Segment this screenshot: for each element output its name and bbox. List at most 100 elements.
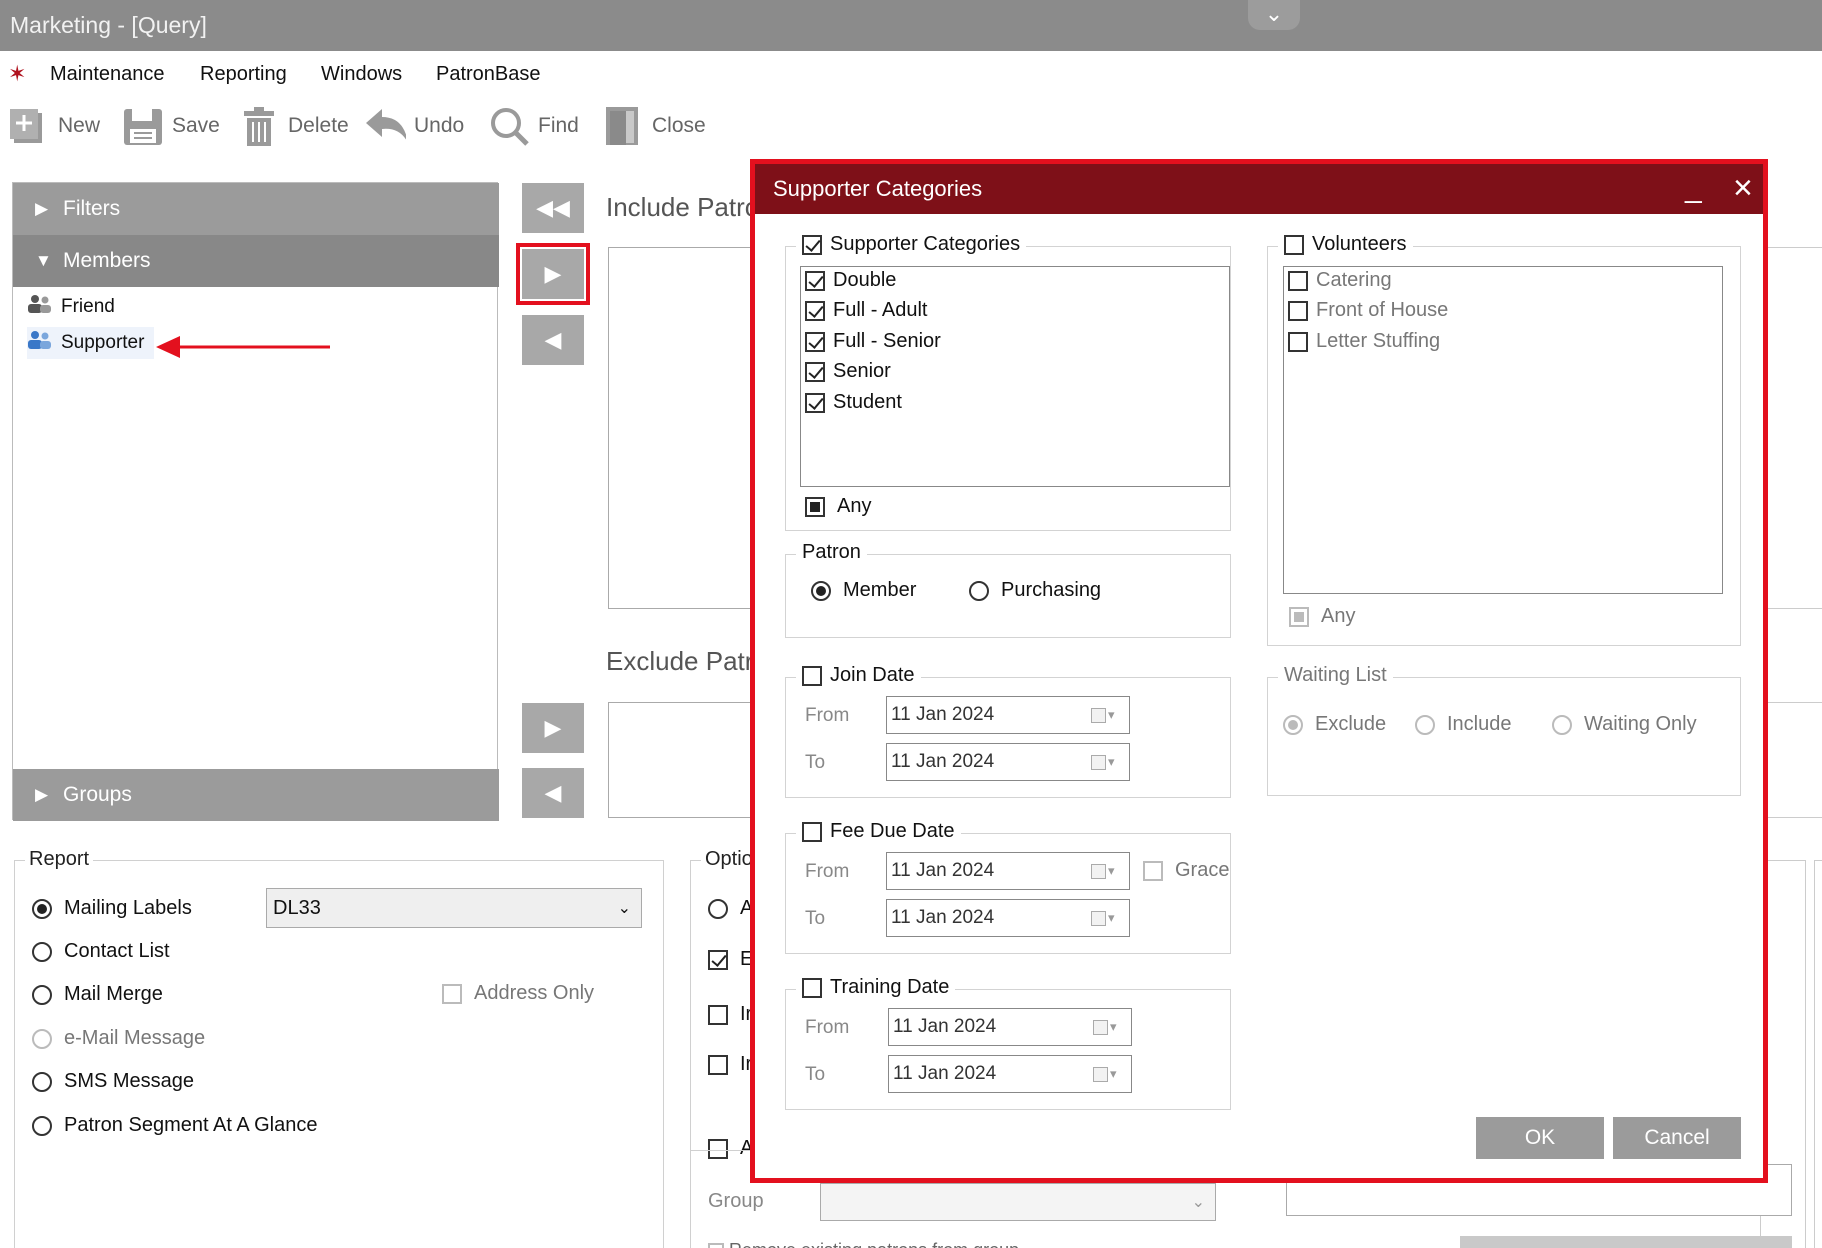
menu-windows[interactable]: Windows	[321, 63, 402, 86]
date-value: 11 Jan 2024	[891, 860, 995, 881]
exclude-patrons-list[interactable]	[608, 702, 768, 818]
members-header[interactable]: ▼ Members	[13, 235, 499, 287]
right-button-partial[interactable]	[1460, 1236, 1792, 1248]
find-button[interactable]: Find	[488, 103, 579, 149]
date-value: 11 Jan 2024	[891, 704, 995, 725]
volunteers-any-checkbox[interactable]: Any	[1289, 605, 1355, 628]
undo-button[interactable]: Undo	[364, 103, 464, 149]
checkbox-icon	[802, 234, 822, 255]
fee-due-from-input[interactable]: 11 Jan 2024 ▾	[886, 852, 1130, 890]
address-only-label: Address Only	[474, 982, 595, 1004]
report-option-sms-message[interactable]: SMS Message	[32, 1070, 194, 1093]
move-all-left-button[interactable]: ◀◀	[522, 183, 584, 233]
menu-maintenance[interactable]: Maintenance	[50, 63, 165, 86]
remove-existing-option[interactable]: Remove existing patrons from group	[708, 1236, 1208, 1248]
category-item-senior[interactable]: Senior	[805, 360, 891, 383]
report-option-contact-list[interactable]: Contact List	[32, 940, 170, 963]
exclude-move-right-button[interactable]: ▶	[522, 703, 584, 753]
calendar-icon[interactable]: ▾	[1091, 754, 1121, 770]
checkbox-icon	[708, 949, 728, 970]
waiting-list-title: Waiting List	[1278, 664, 1393, 687]
waiting-option-waiting-only[interactable]: Waiting Only	[1552, 713, 1697, 736]
category-item-student[interactable]: Student	[805, 391, 902, 414]
checkbox-icon	[805, 331, 825, 352]
groups-header[interactable]: ▶ Groups	[13, 769, 499, 821]
supporter-categories-toggle[interactable]: Supporter Categories	[796, 233, 1027, 256]
options-radio-a[interactable]: A	[708, 897, 753, 920]
calendar-icon[interactable]: ▾	[1091, 863, 1121, 879]
report-option-mailing-labels[interactable]: Mailing Labels	[32, 897, 192, 920]
new-button[interactable]: New	[8, 103, 100, 149]
radio-icon	[32, 1115, 52, 1136]
join-date-from-input[interactable]: 11 Jan 2024 ▾	[886, 696, 1130, 734]
save-button[interactable]: Save	[122, 103, 220, 149]
ok-button[interactable]: OK	[1476, 1117, 1604, 1159]
grace-checkbox[interactable]: Grace	[1143, 859, 1229, 882]
training-date-toggle[interactable]: Training Date	[796, 976, 956, 999]
menu-reporting[interactable]: Reporting	[200, 63, 287, 86]
group-select[interactable]: ⌄	[820, 1183, 1216, 1221]
report-option-email-message[interactable]: e-Mail Message	[32, 1027, 205, 1050]
triangle-right-icon: ▶	[35, 199, 49, 218]
category-item-full-senior[interactable]: Full - Senior	[805, 330, 941, 353]
checkbox-icon	[802, 821, 822, 842]
include-patrons-list[interactable]	[608, 247, 768, 609]
search-icon	[488, 105, 530, 147]
calendar-icon[interactable]: ▾	[1091, 910, 1121, 926]
options-checkbox-i2[interactable]: Ir	[708, 1053, 752, 1076]
report-option-patron-segment[interactable]: Patron Segment At A Glance	[32, 1114, 318, 1137]
calendar-icon[interactable]: ▾	[1091, 707, 1121, 723]
options-checkbox-e[interactable]: E	[708, 948, 753, 971]
patron-option-purchasing[interactable]: Purchasing	[969, 579, 1101, 602]
calendar-icon[interactable]: ▾	[1093, 1019, 1123, 1035]
grace-label: Grace	[1175, 859, 1230, 881]
address-only-checkbox[interactable]: Address Only	[442, 982, 594, 1005]
waiting-option-include[interactable]: Include	[1415, 713, 1512, 736]
delete-button[interactable]: Delete	[238, 103, 349, 149]
left-panel: ▶ Filters ▼ Members Friend Supporter ▶ G…	[12, 182, 499, 821]
close-icon[interactable]: ×	[1733, 164, 1753, 212]
exclude-move-left-button[interactable]: ◀	[522, 768, 584, 818]
volunteer-item-letter-stuffing[interactable]: Letter Stuffing	[1288, 330, 1440, 353]
triangle-right-icon: ▶	[544, 715, 562, 740]
report-option-mail-merge[interactable]: Mail Merge	[32, 983, 163, 1006]
move-left-button[interactable]: ◀	[522, 315, 584, 365]
category-item-full-adult[interactable]: Full - Adult	[805, 299, 927, 322]
radio-icon	[1283, 714, 1303, 735]
chevron-down-icon[interactable]: ⌄	[1248, 0, 1300, 30]
checkbox-icon	[802, 665, 822, 686]
member-item-friend[interactable]: Friend	[27, 291, 125, 323]
training-date-from-input[interactable]: 11 Jan 2024 ▾	[888, 1008, 1132, 1046]
volunteer-item-catering[interactable]: Catering	[1288, 269, 1392, 292]
join-date-toggle[interactable]: Join Date	[796, 664, 921, 687]
member-label: Friend	[61, 296, 115, 317]
fee-due-date-toggle[interactable]: Fee Due Date	[796, 820, 961, 843]
cancel-button[interactable]: Cancel	[1613, 1117, 1741, 1159]
label-format-select[interactable]: DL33 ⌄	[266, 888, 642, 928]
waiting-option-exclude[interactable]: Exclude	[1283, 713, 1386, 736]
fee-due-to-input[interactable]: 11 Jan 2024 ▾	[886, 899, 1130, 937]
member-label: Supporter	[61, 332, 145, 353]
filters-header[interactable]: ▶ Filters	[13, 183, 499, 235]
training-from-label: From	[805, 1017, 850, 1038]
patron-option-member[interactable]: Member	[811, 579, 916, 602]
checkbox-icon	[1288, 300, 1308, 321]
category-item-double[interactable]: Double	[805, 269, 896, 292]
trash-icon	[238, 105, 280, 147]
date-value: 11 Jan 2024	[893, 1016, 997, 1037]
join-date-to-input[interactable]: 11 Jan 2024 ▾	[886, 743, 1130, 781]
volunteers-toggle[interactable]: Volunteers	[1278, 233, 1413, 256]
training-date-to-input[interactable]: 11 Jan 2024 ▾	[888, 1055, 1132, 1093]
close-button[interactable]: Close	[602, 103, 706, 149]
volunteer-item-front-of-house[interactable]: Front of House	[1288, 299, 1448, 322]
options-checkbox-i1[interactable]: Ir	[708, 1003, 752, 1026]
menu-patronbase[interactable]: PatronBase	[436, 63, 541, 86]
minimize-icon[interactable]: _	[1685, 164, 1702, 212]
checkbox-icon	[1289, 606, 1309, 627]
report-title: Report	[25, 848, 94, 871]
checkbox-icon	[802, 977, 822, 998]
option-label: Purchasing	[1001, 579, 1102, 601]
supporter-any-checkbox[interactable]: Any	[805, 495, 871, 518]
calendar-icon[interactable]: ▾	[1093, 1066, 1123, 1082]
member-item-supporter[interactable]: Supporter	[27, 327, 155, 359]
